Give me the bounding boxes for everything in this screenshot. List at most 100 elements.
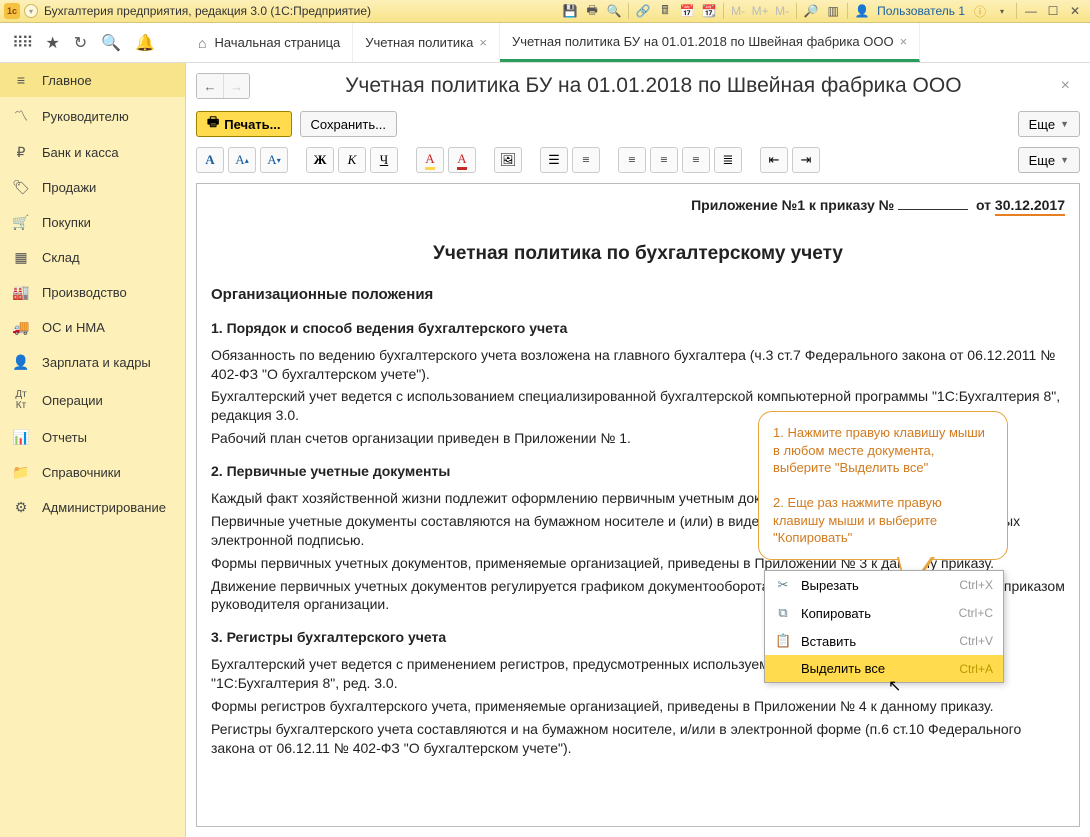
tab-home-label: Начальная страница <box>214 35 340 50</box>
window-titlebar: 1c ▾ Бухгалтерия предприятия, редакция 3… <box>0 0 1090 23</box>
sidebar-item-main[interactable]: ≡Главное <box>0 63 185 97</box>
info-dd-icon[interactable]: ▾ <box>993 2 1011 20</box>
indent-decrease-button[interactable]: ⇤ <box>760 147 788 173</box>
doc-title: Учетная политика по бухгалтерскому учету <box>211 241 1065 267</box>
sidebar-item-sales[interactable]: 🏷Продажи <box>0 170 185 205</box>
indent-increase-button[interactable]: ⇥ <box>792 147 820 173</box>
dk-icon: ДтКт <box>12 389 30 411</box>
user-label[interactable]: Пользователь 1 <box>873 4 969 18</box>
tab-policy-doc[interactable]: Учетная политика БУ на 01.01.2018 по Шве… <box>500 23 920 62</box>
tab-accounting-policy[interactable]: Учетная политика × <box>353 23 500 62</box>
number-list-button[interactable]: ≡ <box>572 147 600 173</box>
app-menu-dropdown[interactable]: ▾ <box>24 4 38 18</box>
context-menu: ✂ Вырезать Ctrl+X ⧉ Копировать Ctrl+C 📋 … <box>764 570 1004 683</box>
m-r-icon[interactable]: M- <box>773 2 791 20</box>
m-minus-icon[interactable]: M- <box>729 2 747 20</box>
more-format-button[interactable]: Еще▼ <box>1018 147 1080 173</box>
doc-section-1: Организационные положения <box>211 285 1065 305</box>
close-window-icon[interactable]: ✕ <box>1066 2 1084 20</box>
date-icon[interactable]: 📆 <box>700 2 718 20</box>
boxes-icon: ▦ <box>12 249 30 266</box>
sidebar-item-admin[interactable]: ⚙Администрирование <box>0 490 185 525</box>
highlight-button[interactable]: А <box>416 147 444 173</box>
calendar-icon[interactable]: 📅 <box>678 2 696 20</box>
home-icon: ⌂ <box>198 35 206 51</box>
format-toolbar: A A▴ A▾ Ж К Ч А А 🖼 ☰ ≡ ≡ ≡ ≡ ≣ ⇤ ⇥ Еще▼ <box>186 143 1090 183</box>
insert-image-button[interactable]: 🖼 <box>494 147 522 173</box>
font-shrink-button[interactable]: A▾ <box>260 147 288 173</box>
align-left-button[interactable]: ≡ <box>618 147 646 173</box>
underline-button[interactable]: Ч <box>370 147 398 173</box>
chevron-down-icon: ▼ <box>1060 155 1069 165</box>
truck-icon: 🚚 <box>12 319 30 336</box>
nav-forward-button[interactable]: → <box>223 74 249 98</box>
copy-icon: ⧉ <box>775 605 791 621</box>
folder-icon: 📁 <box>12 464 30 481</box>
search-icon[interactable]: 🔍 <box>101 33 121 53</box>
close-icon[interactable]: × <box>479 35 487 50</box>
sidebar-item-assets[interactable]: 🚚ОС и НМА <box>0 310 185 345</box>
sidebar-item-hr[interactable]: 👤Зарплата и кадры <box>0 345 185 380</box>
align-right-button[interactable]: ≡ <box>682 147 710 173</box>
barchart-icon: 📊 <box>12 429 30 446</box>
more-button[interactable]: Еще▼ <box>1018 111 1080 137</box>
text-color-button[interactable]: А <box>448 147 476 173</box>
sidebar-item-bank[interactable]: ₽Банк и касса <box>0 135 185 170</box>
font-name-button[interactable]: A <box>196 147 224 173</box>
link-icon[interactable]: 🔗 <box>634 2 652 20</box>
save-button[interactable]: Сохранить... <box>300 111 397 137</box>
align-center-button[interactable]: ≡ <box>650 147 678 173</box>
minimize-icon[interactable]: — <box>1022 2 1040 20</box>
nav-back-button[interactable]: ← <box>197 74 223 98</box>
sidebar-item-purchases[interactable]: 🛒Покупки <box>0 205 185 240</box>
chevron-down-icon: ▼ <box>1060 119 1069 129</box>
content-area: ← → Учетная политика БУ на 01.01.2018 по… <box>186 63 1090 837</box>
zoom-icon[interactable]: 🔎 <box>802 2 820 20</box>
close-page-icon[interactable]: × <box>1057 73 1074 99</box>
user-icon: 👤 <box>853 2 871 20</box>
bullet-list-button[interactable]: ☰ <box>540 147 568 173</box>
window-title: Бухгалтерия предприятия, редакция 3.0 (1… <box>44 4 371 18</box>
sidebar-item-catalogs[interactable]: 📁Справочники <box>0 455 185 490</box>
apps-grid-icon[interactable]: ⠿⠿ <box>12 33 31 53</box>
ctx-copy[interactable]: ⧉ Копировать Ctrl+C <box>765 599 1003 627</box>
print-icon[interactable]: 🖶 <box>583 2 601 20</box>
favorite-star-icon[interactable]: ★ <box>45 33 59 53</box>
italic-button[interactable]: К <box>338 147 366 173</box>
sidebar-item-production[interactable]: 🏭Производство <box>0 275 185 310</box>
m-plus-icon[interactable]: M+ <box>751 2 769 20</box>
tab-home[interactable]: ⌂ Начальная страница <box>186 23 353 62</box>
maximize-icon[interactable]: ☐ <box>1044 2 1062 20</box>
nav-back-forward: ← → <box>196 73 250 99</box>
person-icon: 👤 <box>12 354 30 371</box>
close-icon[interactable]: × <box>900 34 908 49</box>
factory-icon: 🏭 <box>12 284 30 301</box>
panels-icon[interactable]: ▥ <box>824 2 842 20</box>
ctx-paste[interactable]: 📋 Вставить Ctrl+V <box>765 627 1003 655</box>
annex-line: Приложение №1 к приказу № от 30.12.2017 <box>211 196 1065 217</box>
menu-lines-icon: ≡ <box>12 72 30 88</box>
history-icon[interactable]: ↻ <box>74 33 87 53</box>
doc-subsection-1: 1. Порядок и способ ведения бухгалтерско… <box>211 319 1065 338</box>
calc-icon[interactable]: 🖩 <box>656 2 674 20</box>
print-button[interactable]: 🖶 Печать... <box>196 111 292 137</box>
app-badge-icon: 1c <box>4 3 20 19</box>
ctx-cut[interactable]: ✂ Вырезать Ctrl+X <box>765 571 1003 599</box>
align-justify-button[interactable]: ≣ <box>714 147 742 173</box>
sidebar-item-warehouse[interactable]: ▦Склад <box>0 240 185 275</box>
sidebar-item-operations[interactable]: ДтКтОперации <box>0 380 185 420</box>
top-toolbar: ⠿⠿ ★ ↻ 🔍 🔔 ⌂ Начальная страница Учетная … <box>0 23 1090 63</box>
tab-label: Учетная политика <box>365 35 473 50</box>
bold-button[interactable]: Ж <box>306 147 334 173</box>
sidebar-item-reports[interactable]: 📊Отчеты <box>0 420 185 455</box>
font-grow-button[interactable]: A▴ <box>228 147 256 173</box>
notifications-icon[interactable]: 🔔 <box>135 33 155 53</box>
save-db-icon[interactable]: 💾 <box>561 2 579 20</box>
ctx-select-all[interactable]: Выделить все Ctrl+A <box>765 655 1003 682</box>
info-icon[interactable]: ⓘ <box>971 2 989 20</box>
sidebar-item-manager[interactable]: 〽Руководителю <box>0 97 185 135</box>
cart-icon: 🛒 <box>12 214 30 231</box>
tag-icon: 🏷 <box>12 179 30 196</box>
ruble-icon: ₽ <box>12 144 30 161</box>
preview-icon[interactable]: 🔍 <box>605 2 623 20</box>
